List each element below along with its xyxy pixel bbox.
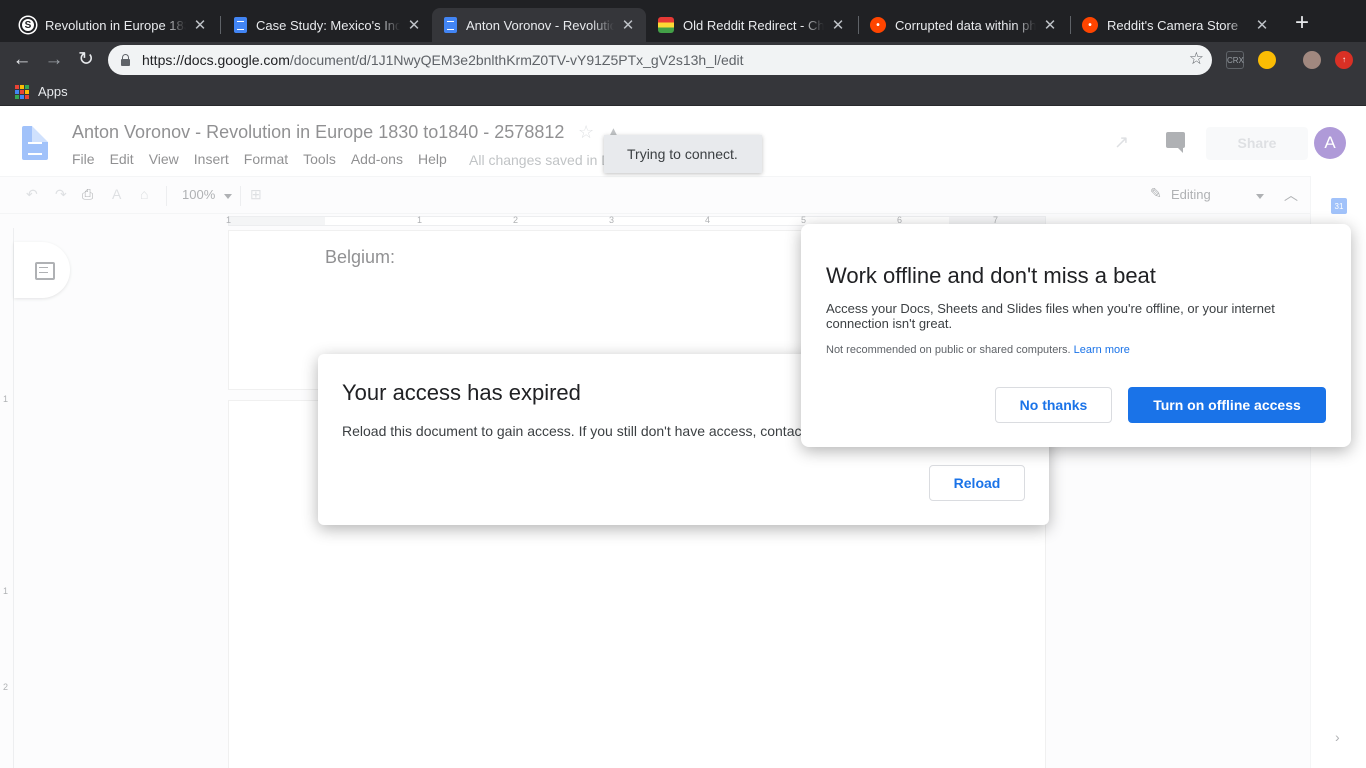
bookmarks-bar: Apps (0, 78, 1366, 106)
tab-title: Reddit's Camera Store (1107, 17, 1239, 33)
tab-divider (220, 16, 221, 34)
browser-tab[interactable]: Case Study: Mexico's Inde ✕ (222, 8, 432, 42)
tab-close-icon[interactable]: ✕ (406, 16, 422, 34)
url-host: https://docs.google.com (142, 52, 290, 68)
back-arrow-icon[interactable]: ← (10, 48, 34, 72)
learn-more-link[interactable]: Learn more (1074, 344, 1130, 356)
dialog-title: Your access has expired (342, 380, 581, 405)
tab-close-icon[interactable]: ✕ (1042, 16, 1058, 34)
dialog-body: Access your Docs, Sheets and Slides file… (826, 301, 1275, 331)
reload-button[interactable]: Reload (929, 465, 1025, 501)
address-bar[interactable]: https://docs.google.com/document/d/1J1Nw… (108, 45, 1212, 75)
profile-avatar-icon[interactable] (1303, 51, 1321, 69)
no-thanks-button[interactable]: No thanks (995, 387, 1112, 423)
docs-icon (444, 17, 457, 33)
new-tab-button[interactable]: + (1290, 11, 1314, 36)
browser-tab[interactable]: S Revolution in Europe 1830 ✕ (8, 8, 218, 42)
dialog-note: Not recommended on public or shared comp… (826, 344, 1130, 356)
tab-title: Revolution in Europe 1830 (45, 17, 186, 33)
docs-icon (234, 17, 247, 33)
extension-eyes-icon[interactable] (1258, 51, 1276, 69)
bookmark-star-icon[interactable]: ☆ (1189, 49, 1204, 69)
browser-toolbar: ← → ↻ https://docs.google.com/document/d… (0, 42, 1366, 78)
url-path: /document/d/1J1NwyQEM3e2bnlthKrmZ0TV-vY9… (289, 52, 744, 68)
reddit-icon: • (870, 17, 886, 33)
browser-tab-strip: S Revolution in Europe 1830 ✕ Case Study… (0, 0, 1366, 42)
reddit-icon: • (1082, 17, 1098, 33)
tab-close-icon[interactable]: ✕ (830, 16, 846, 34)
reload-icon[interactable]: ↻ (74, 48, 98, 72)
tab-close-icon[interactable]: ✕ (192, 16, 208, 34)
skype-s-icon: S (20, 17, 36, 33)
lock-icon (121, 54, 130, 66)
note-text: Not recommended on public or shared comp… (826, 344, 1071, 356)
offline-access-dialog: Work offline and don't miss a beat Acces… (801, 224, 1351, 447)
apps-bookmark[interactable]: Apps (38, 84, 68, 99)
dialog-title: Work offline and don't miss a beat (826, 263, 1156, 288)
apps-grid-icon (15, 85, 29, 99)
tab-title: Anton Voronov - Revolutio (466, 17, 614, 33)
browser-tab[interactable]: • Corrupted data within pho ✕ (858, 8, 1068, 42)
forward-arrow-icon[interactable]: → (42, 48, 66, 72)
tab-title: Case Study: Mexico's Inde (256, 17, 400, 33)
browser-tab[interactable]: Old Reddit Redirect - Chro ✕ (646, 8, 856, 42)
connection-toast: Trying to connect. (604, 135, 762, 173)
turn-on-offline-button[interactable]: Turn on offline access (1128, 387, 1326, 423)
browser-tab-active[interactable]: Anton Voronov - Revolutio ✕ (432, 8, 646, 42)
tab-close-icon[interactable]: ✕ (620, 16, 636, 34)
tab-title: Corrupted data within pho (895, 17, 1036, 33)
update-icon[interactable]: ↑ (1335, 51, 1353, 69)
browser-tab[interactable]: • Reddit's Camera Store ✕ (1070, 8, 1280, 42)
dialog-body: Reload this document to gain access. If … (342, 423, 806, 439)
tab-close-icon[interactable]: ✕ (1254, 16, 1270, 34)
tab-title: Old Reddit Redirect - Chro (683, 17, 824, 33)
crx-extension-icon[interactable]: CRX (1226, 51, 1244, 69)
webstore-icon (658, 17, 674, 33)
